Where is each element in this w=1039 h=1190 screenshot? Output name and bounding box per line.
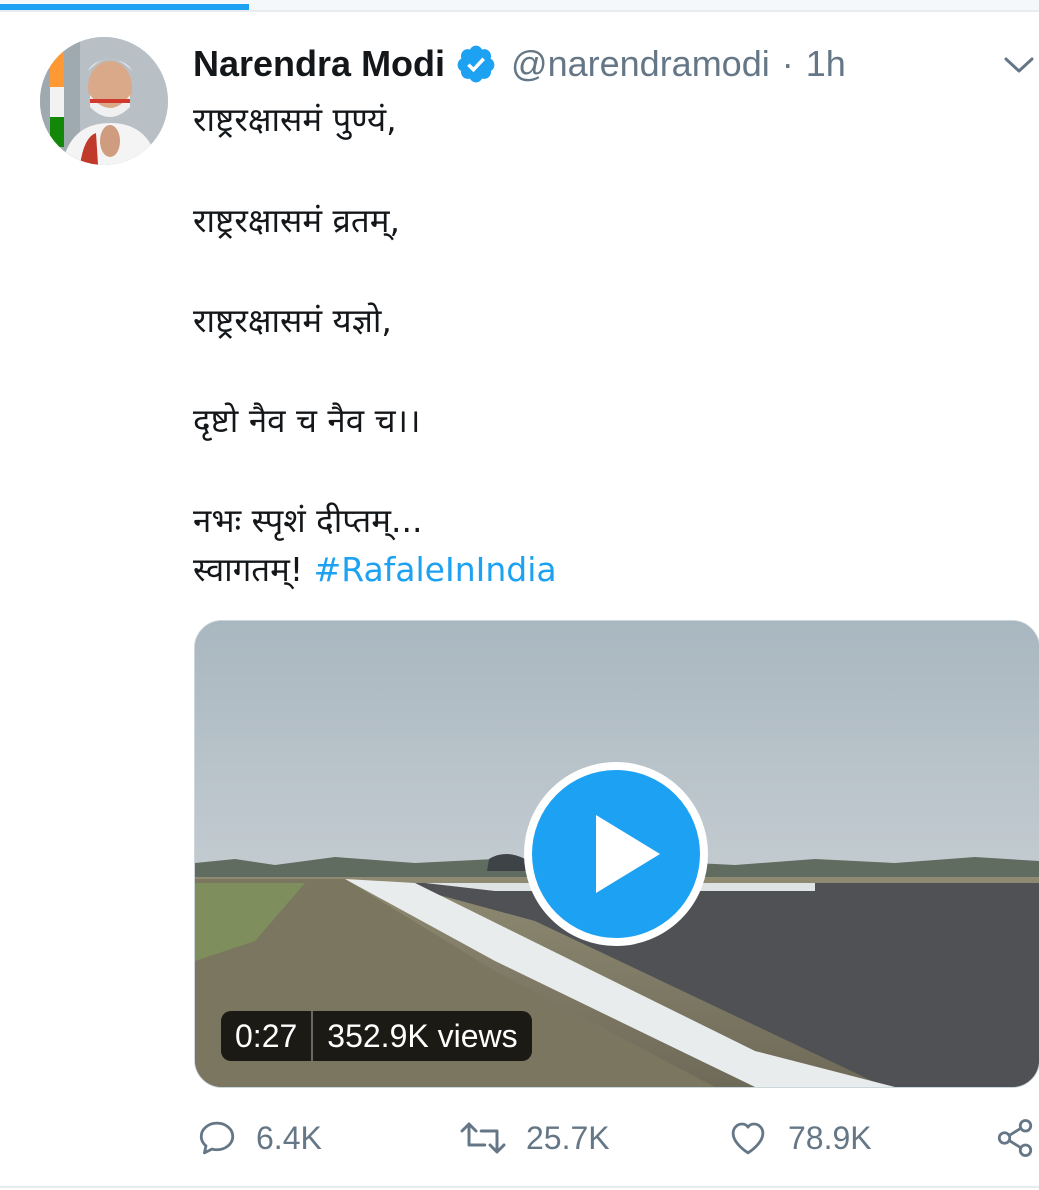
hashtag-link[interactable]: #RafaleInIndia <box>314 550 557 589</box>
tweet-actions: 6.4K 25.7K 78.9K <box>0 1110 1039 1166</box>
chevron-down-icon[interactable] <box>1002 50 1036 80</box>
tweet-text-line: राष्ट्ररक्षासमं व्रतम्, <box>193 201 400 240</box>
tweet-timestamp[interactable]: 1h <box>806 43 846 85</box>
heart-icon <box>731 1122 765 1155</box>
verified-badge-icon <box>455 43 497 85</box>
share-icon <box>997 1119 1033 1157</box>
like-count: 78.9K <box>788 1119 872 1156</box>
like-button[interactable]: 78.9K <box>726 1110 872 1166</box>
reply-count: 6.4K <box>256 1119 322 1156</box>
tweet-text-line: राष्ट्ररक्षासमं यज्ञो, <box>193 301 392 340</box>
tweet-text-line: राष्ट्ररक्षासमं पुण्यं, <box>193 100 397 139</box>
retweet-count: 25.7K <box>526 1119 610 1156</box>
tweet-header: Narendra Modi @narendramodi · 1h <box>193 38 846 90</box>
reply-button[interactable]: 6.4K <box>196 1110 322 1166</box>
author-handle[interactable]: @narendramodi <box>511 43 770 85</box>
author-display-name[interactable]: Narendra Modi <box>193 43 445 85</box>
video-info-badge: 0:27 352.9K views <box>221 1011 532 1061</box>
top-divider <box>0 10 1039 12</box>
header-separator: · <box>781 43 794 84</box>
retweet-icon <box>460 1122 506 1154</box>
tweet-text-line-last: स्वागतम्! #RafaleInIndia <box>193 548 557 592</box>
share-button[interactable] <box>994 1110 1036 1166</box>
play-button[interactable] <box>524 762 708 946</box>
avatar[interactable] <box>40 37 168 165</box>
video-duration: 0:27 <box>235 1017 298 1054</box>
play-icon <box>596 815 660 893</box>
tweet-text-fragment: स्वागतम्! <box>193 550 304 589</box>
tweet-text-line: नभः स्पृशं दीप्तम्... <box>193 501 423 540</box>
video-player[interactable]: 0:27 352.9K views <box>194 620 1039 1088</box>
reply-icon <box>199 1121 235 1155</box>
tweet-text-line: दृष्टो नैव च नैव च।। <box>193 401 421 440</box>
video-views: 352.9K views <box>327 1017 518 1054</box>
retweet-button[interactable]: 25.7K <box>458 1110 610 1166</box>
bottom-divider <box>0 1186 1039 1188</box>
